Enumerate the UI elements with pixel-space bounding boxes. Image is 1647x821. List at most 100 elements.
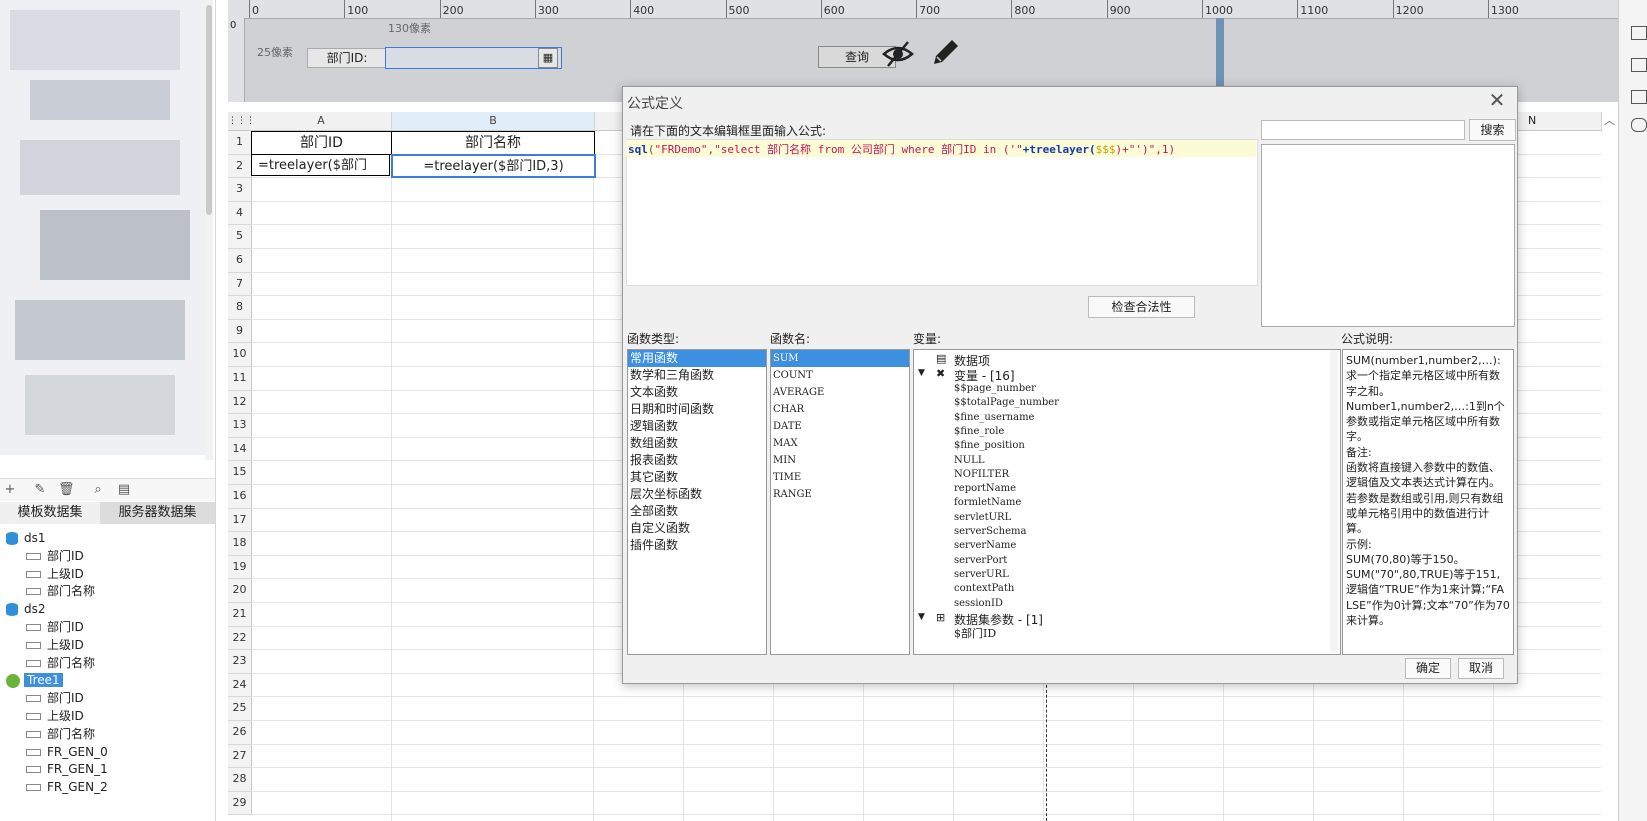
row-header[interactable]: 2: [228, 154, 252, 179]
func-name-item[interactable]: TIME: [771, 469, 909, 486]
row-header[interactable]: 13: [228, 414, 252, 438]
func-type-item[interactable]: 层次坐标函数: [628, 486, 766, 503]
tree-field-item[interactable]: 上级ID: [26, 636, 84, 654]
func-type-item[interactable]: 数学和三角函数: [628, 367, 766, 384]
edit-icon[interactable]: ✎: [32, 482, 48, 498]
row-header[interactable]: 15: [228, 461, 252, 485]
func-name-item[interactable]: AVERAGE: [771, 384, 909, 401]
func-type-list[interactable]: 常用函数 数学和三角函数 文本函数 日期和时间函数 逻辑函数 数组函数 报表函数 其它函数 层次…: [627, 349, 767, 655]
row-header[interactable]: 5: [228, 225, 252, 249]
search-results[interactable]: [1261, 144, 1515, 327]
collapse-icon[interactable]: ▼: [918, 368, 925, 378]
var-item[interactable]: $$totalPage_number: [954, 397, 1059, 408]
row-header[interactable]: 22: [228, 626, 252, 651]
search-input[interactable]: [1261, 120, 1465, 140]
edit-sql-icon[interactable]: ▤: [116, 482, 132, 498]
row-header[interactable]: 23: [228, 650, 252, 674]
func-name-list[interactable]: SUM COUNT AVERAGE CHAR DATE MAX MIN TIME RANGE: [770, 349, 910, 655]
var-item[interactable]: sessionID: [954, 598, 1003, 609]
row-header[interactable]: 12: [228, 390, 252, 415]
select-all-corner[interactable]: ⋮⋮⋮: [228, 112, 255, 131]
preview-icon[interactable]: ⌕: [90, 482, 106, 498]
tab-template-datasets[interactable]: 模板数据集: [0, 502, 100, 524]
hide-eye-icon[interactable]: [882, 40, 914, 68]
row-header[interactable]: 18: [228, 532, 252, 556]
tree-field-item[interactable]: 部门名称: [26, 582, 95, 600]
func-name-item[interactable]: CHAR: [771, 401, 909, 418]
var-item[interactable]: $$page_number: [954, 383, 1036, 394]
func-type-item[interactable]: 数组函数: [628, 435, 766, 452]
func-name-item[interactable]: RANGE: [771, 486, 909, 503]
func-type-item[interactable]: 其它函数: [628, 469, 766, 486]
tree-field-item[interactable]: 部门ID: [26, 547, 84, 565]
row-header[interactable]: 20: [228, 579, 252, 603]
var-item[interactable]: serverPort: [954, 555, 1007, 566]
tree-field-item[interactable]: 部门名称: [26, 725, 95, 743]
var-item[interactable]: reportName: [954, 483, 1016, 494]
cancel-button[interactable]: 取消: [1458, 658, 1504, 679]
row-header[interactable]: 29: [228, 791, 252, 816]
var-scrollbar[interactable]: [1330, 350, 1338, 652]
formula-editor[interactable]: [626, 139, 1258, 286]
tree-dataset-item[interactable]: ds1: [6, 529, 46, 547]
row-header[interactable]: 1: [228, 131, 252, 155]
tab-server-datasets[interactable]: 服务器数据集: [100, 502, 215, 524]
var-item[interactable]: contextPath: [954, 583, 1014, 594]
func-name-item[interactable]: MIN: [771, 452, 909, 469]
tree-field-item[interactable]: FR_GEN_1: [26, 760, 108, 778]
col-header-n[interactable]: N: [1528, 112, 1536, 130]
row-header[interactable]: 6: [228, 249, 252, 273]
tree-field-item[interactable]: FR_GEN_2: [26, 778, 108, 796]
tree-dataset-item[interactable]: Tree1: [6, 671, 63, 689]
row-header[interactable]: 7: [228, 272, 252, 297]
ds-param-item[interactable]: $部门ID: [954, 625, 996, 641]
tree-field-item[interactable]: 部门ID: [26, 689, 84, 707]
row-header[interactable]: 3: [228, 178, 252, 202]
var-tree[interactable]: ▤ 数据项 ▼ ✖ 变量 - [16] $$page_number $$totalPage_…: [913, 349, 1341, 655]
func-type-item[interactable]: 插件函数: [628, 537, 766, 554]
row-header[interactable]: 26: [228, 721, 252, 745]
tree-field-item[interactable]: 部门名称: [26, 654, 95, 672]
var-item[interactable]: serverName: [954, 540, 1016, 551]
cell-a1[interactable]: 部门ID: [251, 131, 392, 155]
list-icon[interactable]: [1631, 90, 1647, 104]
dept-id-label[interactable]: 部门ID:: [307, 48, 387, 68]
tree-field-item[interactable]: 上级ID: [26, 707, 84, 725]
formula-text[interactable]: sql("FRDemo","select 部门名称 from 公司部门 wher…: [628, 141, 1175, 157]
ok-button[interactable]: 确定: [1405, 658, 1451, 679]
close-icon[interactable]: ✕: [1486, 89, 1508, 111]
func-name-item[interactable]: DATE: [771, 418, 909, 435]
func-type-item[interactable]: 逻辑函数: [628, 418, 766, 435]
cell-a2[interactable]: =treelayer($部门: [251, 154, 390, 176]
row-header[interactable]: 28: [228, 768, 252, 792]
func-type-item[interactable]: 全部函数: [628, 503, 766, 520]
var-item[interactable]: $fine_username: [954, 412, 1034, 423]
func-type-item[interactable]: 常用函数: [628, 350, 766, 367]
row-header[interactable]: 11: [228, 367, 252, 391]
collapse-icon[interactable]: ▼: [918, 612, 925, 622]
var-item[interactable]: serverURL: [954, 569, 1009, 580]
var-item[interactable]: servletURL: [954, 512, 1011, 523]
row-header[interactable]: 10: [228, 343, 252, 367]
tree-field-item[interactable]: 上级ID: [26, 565, 84, 583]
search-button[interactable]: 搜索: [1469, 119, 1516, 141]
row-header[interactable]: 9: [228, 319, 252, 344]
widget-icon[interactable]: [1631, 58, 1647, 72]
tree-field-item[interactable]: 部门ID: [26, 618, 84, 636]
row-header[interactable]: 4: [228, 201, 252, 226]
add-icon[interactable]: +: [2, 482, 18, 498]
link-icon[interactable]: [1631, 118, 1647, 132]
cell-b2[interactable]: =treelayer($部门ID,3): [391, 154, 596, 178]
row-header[interactable]: 19: [228, 555, 252, 580]
var-item[interactable]: $fine_role: [954, 426, 1004, 437]
col-header-b[interactable]: B: [392, 112, 595, 131]
left-scrollbar-thumb[interactable]: [206, 5, 212, 215]
var-group-label[interactable]: 变量 - [16]: [954, 367, 1015, 384]
check-validity-button[interactable]: 检查合法性: [1088, 296, 1195, 318]
edit-pen-icon[interactable]: [930, 38, 962, 68]
func-type-item[interactable]: 自定义函数: [628, 520, 766, 537]
tree-field-item[interactable]: FR_GEN_0: [26, 743, 108, 761]
col-header-a[interactable]: A: [251, 112, 392, 131]
tree-dataset-item[interactable]: ds2: [6, 600, 46, 618]
row-header[interactable]: 27: [228, 744, 252, 769]
